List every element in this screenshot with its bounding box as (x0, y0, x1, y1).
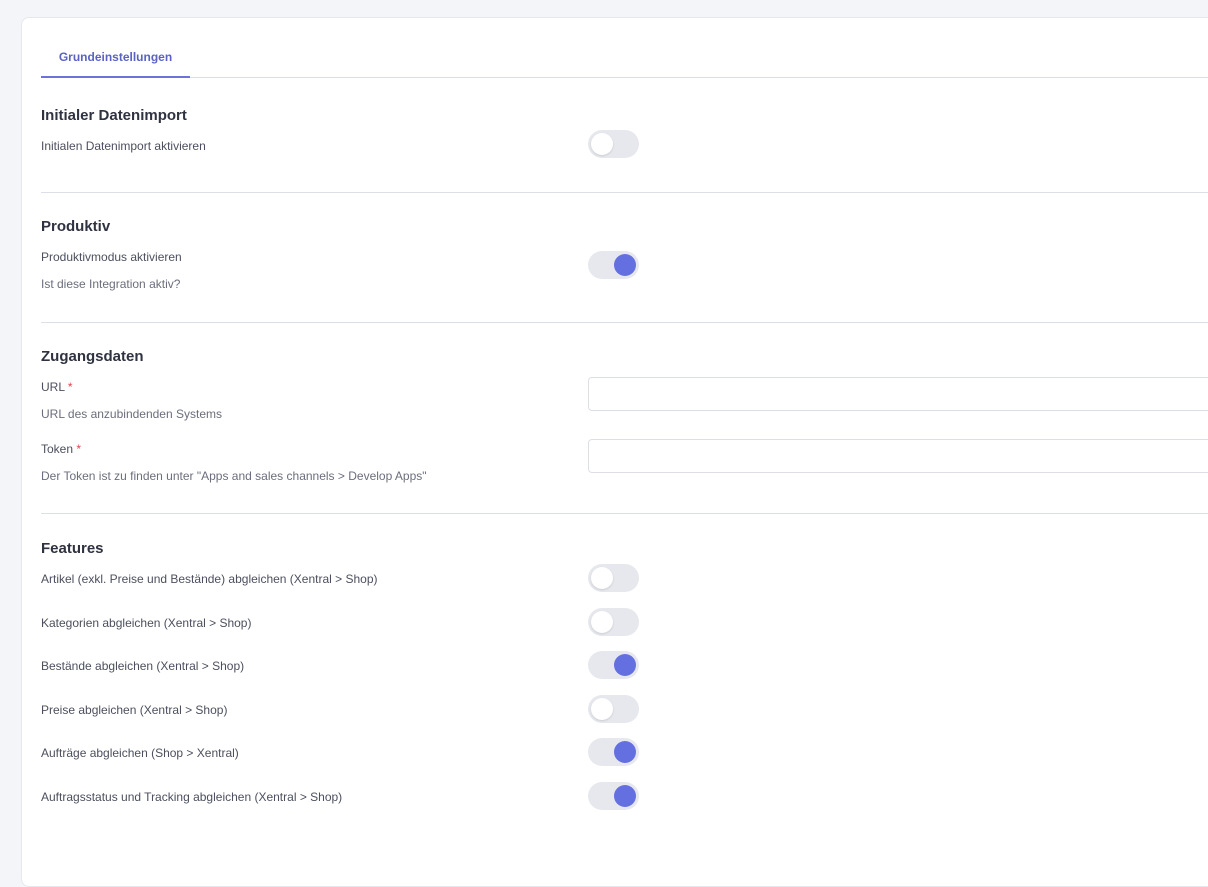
produktiv-hint: Ist diese Integration aktiv? (41, 277, 181, 291)
toggle-knob (591, 133, 613, 155)
feature-label-categories: Kategorien abgleichen (Xentral > Shop) (41, 616, 252, 630)
produktiv-toggle-label: Produktivmodus aktivieren (41, 250, 182, 264)
feature-toggle-categories[interactable] (588, 608, 639, 636)
feature-label-stock: Bestände abgleichen (Xentral > Shop) (41, 659, 245, 673)
feature-toggle-stock[interactable] (588, 651, 639, 679)
url-hint: URL des anzubindenden Systems (41, 407, 222, 421)
feature-label-prices: Preise abgleichen (Xentral > Shop) (41, 703, 228, 717)
section-title: Features (41, 540, 104, 557)
feature-toggle-articles[interactable] (588, 564, 639, 592)
section-title: Zugangsdaten (41, 348, 144, 365)
settings-card: Grundeinstellungen Initialer Datenimport… (21, 17, 1208, 887)
feature-toggle-order-status[interactable] (588, 782, 639, 810)
section-title: Initialer Datenimport (41, 107, 187, 124)
feature-label-articles: Artikel (exkl. Preise und Bestände) abgl… (41, 572, 378, 586)
feature-label-orders: Aufträge abgleichen (Shop > Xentral) (41, 746, 239, 760)
produktiv-toggle[interactable] (588, 251, 639, 279)
toggle-knob (614, 654, 636, 676)
token-input[interactable] (588, 439, 1208, 473)
url-input[interactable] (588, 377, 1208, 411)
required-mark: * (76, 442, 82, 456)
feature-toggle-orders[interactable] (588, 738, 639, 766)
url-label-text: URL (41, 380, 65, 394)
import-toggle-label: Initialen Datenimport aktivieren (41, 139, 206, 153)
section-features: Features Artikel (exkl. Preise und Bestä… (41, 514, 1208, 854)
toggle-knob (591, 567, 613, 589)
feature-toggle-prices[interactable] (588, 695, 639, 723)
section-zugangsdaten: Zugangsdaten URL * URL des anzubindenden… (41, 323, 1208, 514)
toggle-knob (591, 698, 613, 720)
token-label: Token * (41, 442, 81, 456)
token-label-text: Token (41, 442, 74, 456)
tab-bar: Grundeinstellungen (41, 18, 1208, 78)
url-label: URL * (41, 380, 73, 394)
tab-grundeinstellungen[interactable]: Grundeinstellungen (41, 18, 190, 78)
toggle-knob (614, 254, 636, 276)
import-toggle[interactable] (588, 130, 639, 158)
toggle-knob (591, 611, 613, 633)
toggle-knob (614, 741, 636, 763)
section-title: Produktiv (41, 218, 111, 235)
token-hint: Der Token ist zu finden unter "Apps and … (41, 469, 427, 483)
section-initial-import: Initialer Datenimport Initialen Datenimp… (41, 78, 1208, 193)
feature-label-order-status: Auftragsstatus und Tracking abgleichen (… (41, 790, 343, 804)
required-mark: * (67, 380, 73, 394)
section-produktiv: Produktiv Produktivmodus aktivieren Ist … (41, 193, 1208, 323)
toggle-knob (614, 785, 636, 807)
